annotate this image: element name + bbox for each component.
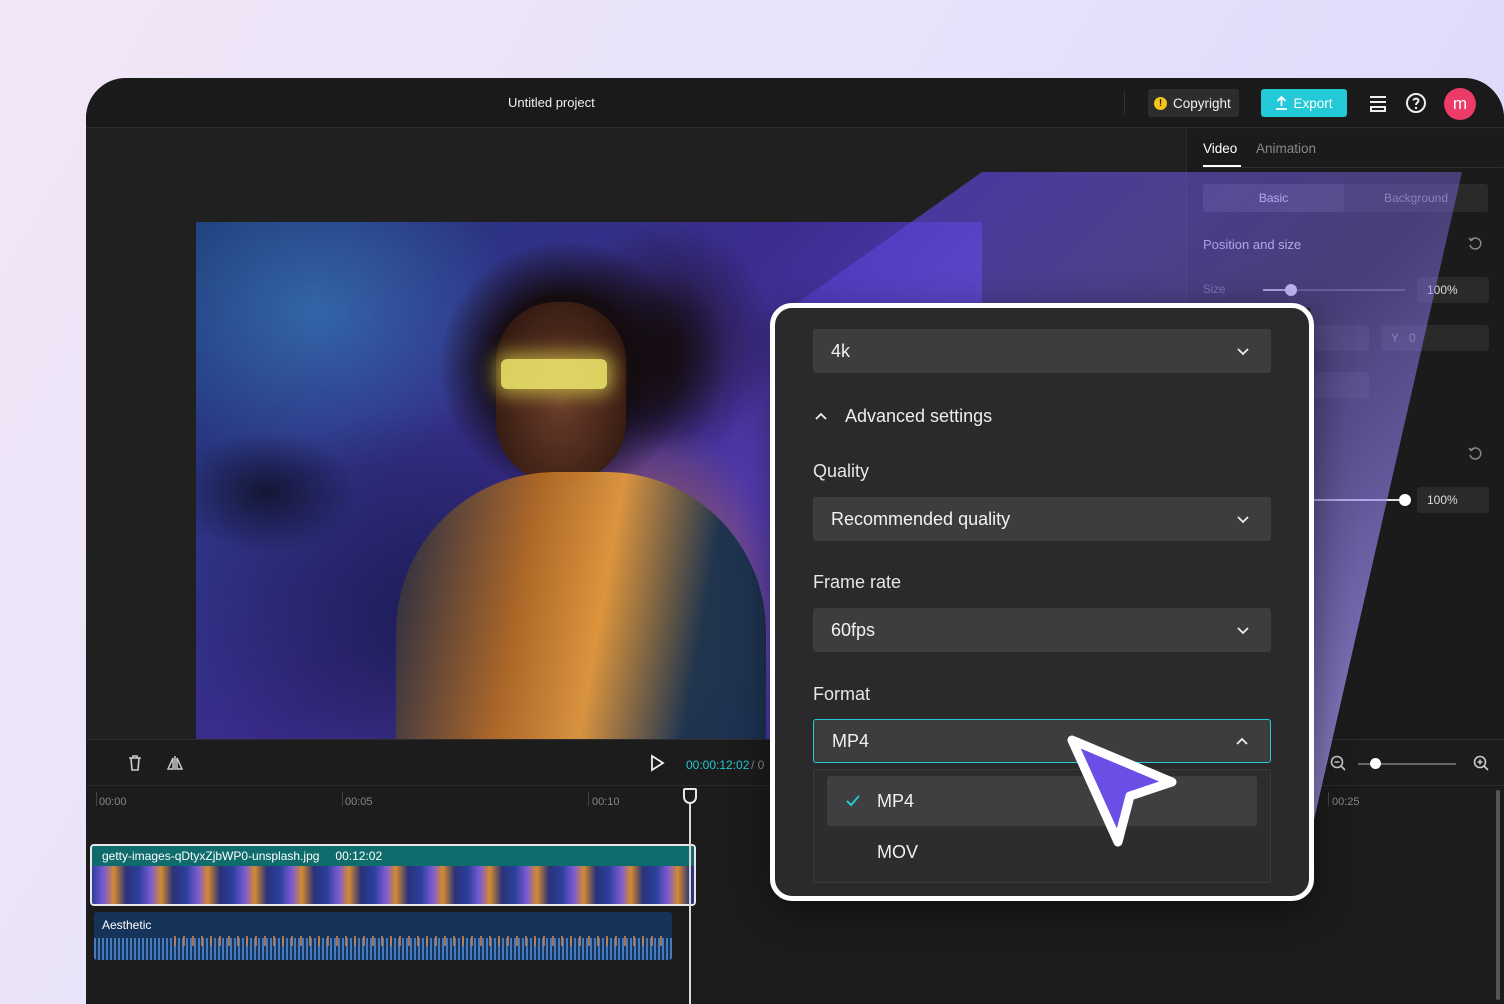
- ruler-tick: [342, 792, 343, 806]
- playhead-line[interactable]: [689, 790, 691, 1004]
- playhead-handle[interactable]: [683, 788, 697, 804]
- chevron-up-icon: [815, 412, 827, 420]
- format-value: MP4: [832, 730, 870, 751]
- resolution-dropdown[interactable]: 4k: [813, 329, 1271, 373]
- ruler-tick: [1328, 792, 1329, 806]
- reset-icon[interactable]: [1467, 446, 1483, 462]
- segment-background[interactable]: Background: [1344, 184, 1488, 212]
- reset-icon[interactable]: [1467, 236, 1483, 252]
- segmented-control: Basic Background: [1203, 184, 1488, 212]
- tab-animation[interactable]: Animation: [1256, 141, 1316, 156]
- copyright-button[interactable]: ! Copyright: [1148, 89, 1239, 117]
- ruler-label: 00:25: [1332, 796, 1360, 808]
- person-body: [396, 472, 766, 740]
- format-options-menu: MP4 MOV: [813, 769, 1271, 883]
- y-label: Y: [1391, 331, 1400, 345]
- zoom-out-icon[interactable]: [1329, 754, 1347, 772]
- size-slider-knob[interactable]: [1285, 284, 1297, 296]
- chevron-down-icon: [1237, 627, 1249, 635]
- y-value: 0: [1409, 331, 1416, 345]
- size-label: Size: [1203, 284, 1226, 296]
- frame-rate-value: 60fps: [831, 619, 876, 640]
- video-clip-name: getty-images-qDtyxZjbWP0-unsplash.jpg: [102, 849, 320, 863]
- zoom-slider-knob[interactable]: [1370, 758, 1381, 769]
- ruler-label: 00:10: [592, 796, 620, 808]
- timecode-separator: / 0: [751, 758, 765, 772]
- video-clip[interactable]: getty-images-qDtyxZjbWP0-unsplash.jpg 00…: [90, 844, 696, 906]
- top-bar: Untitled project ! Copyright Export m: [86, 78, 1504, 128]
- project-title[interactable]: Untitled project: [508, 95, 595, 110]
- person-head: [496, 302, 626, 482]
- export-button[interactable]: Export: [1261, 89, 1347, 117]
- frame-rate-dropdown[interactable]: 60fps: [813, 608, 1271, 652]
- opacity-value-field[interactable]: 100%: [1417, 487, 1489, 513]
- upload-icon: [1276, 96, 1288, 110]
- palm-silhouette: [196, 422, 396, 740]
- zoom-in-icon[interactable]: [1472, 754, 1490, 772]
- format-dropdown[interactable]: MP4: [813, 719, 1271, 763]
- ruler-tick: [588, 792, 589, 806]
- audio-clip[interactable]: Aesthetic: [94, 912, 672, 960]
- section-title: Position and size: [1203, 237, 1302, 252]
- audio-clip-name: Aesthetic: [102, 918, 152, 932]
- size-value-field[interactable]: 100%: [1417, 277, 1489, 303]
- resolution-value: 4k: [831, 340, 851, 361]
- frame-rate-label: Frame rate: [813, 572, 902, 592]
- mirror-icon[interactable]: [166, 754, 184, 772]
- ruler-label: 00:00: [99, 796, 127, 808]
- advanced-settings-label: Advanced settings: [845, 406, 993, 426]
- chevron-up-icon: [1236, 737, 1248, 745]
- tab-rule: [1203, 167, 1503, 168]
- tab-video[interactable]: Video: [1203, 141, 1237, 156]
- opacity-slider-knob[interactable]: [1399, 494, 1411, 506]
- audio-beat-markers: [174, 936, 664, 946]
- video-thumbnail-strip: [92, 866, 694, 904]
- layers-icon[interactable]: [1366, 91, 1390, 115]
- ruler-label: 00:05: [345, 796, 373, 808]
- copyright-label: Copyright: [1173, 95, 1231, 111]
- check-icon: [846, 795, 860, 807]
- advanced-settings-toggle[interactable]: Advanced settings: [813, 406, 992, 427]
- quality-label: Quality: [813, 461, 870, 481]
- export-settings-popup: 4k Advanced settings Quality Recommended…: [770, 303, 1314, 901]
- chevron-down-icon: [1237, 348, 1249, 356]
- y-position-field[interactable]: Y 0: [1381, 325, 1489, 351]
- format-option-mov[interactable]: MOV: [827, 827, 1257, 877]
- avatar[interactable]: m: [1444, 88, 1476, 120]
- segment-basic[interactable]: Basic: [1203, 184, 1344, 212]
- cursor-arrow-icon: [1067, 735, 1177, 847]
- format-option-mp4[interactable]: MP4: [827, 776, 1257, 826]
- video-clip-header: getty-images-qDtyxZjbWP0-unsplash.jpg 00…: [92, 846, 694, 866]
- trash-icon[interactable]: [126, 754, 144, 772]
- video-clip-duration: 00:12:02: [335, 849, 383, 863]
- quality-dropdown[interactable]: Recommended quality: [813, 497, 1271, 541]
- format-option-label: MOV: [877, 841, 919, 862]
- toolbar-divider: [1124, 91, 1125, 115]
- current-timecode: 00:00:12:02: [686, 758, 750, 772]
- chevron-down-icon: [1237, 516, 1249, 524]
- help-icon[interactable]: [1404, 91, 1428, 115]
- format-option-label: MP4: [877, 790, 915, 811]
- play-icon[interactable]: [648, 754, 666, 772]
- warning-icon: !: [1154, 96, 1167, 110]
- export-label: Export: [1293, 95, 1333, 111]
- format-label: Format: [813, 684, 871, 704]
- quality-value: Recommended quality: [831, 508, 1011, 529]
- glowing-glasses: [501, 359, 607, 389]
- ruler-tick: [96, 792, 97, 806]
- timeline-scrollbar[interactable]: [1496, 790, 1500, 1000]
